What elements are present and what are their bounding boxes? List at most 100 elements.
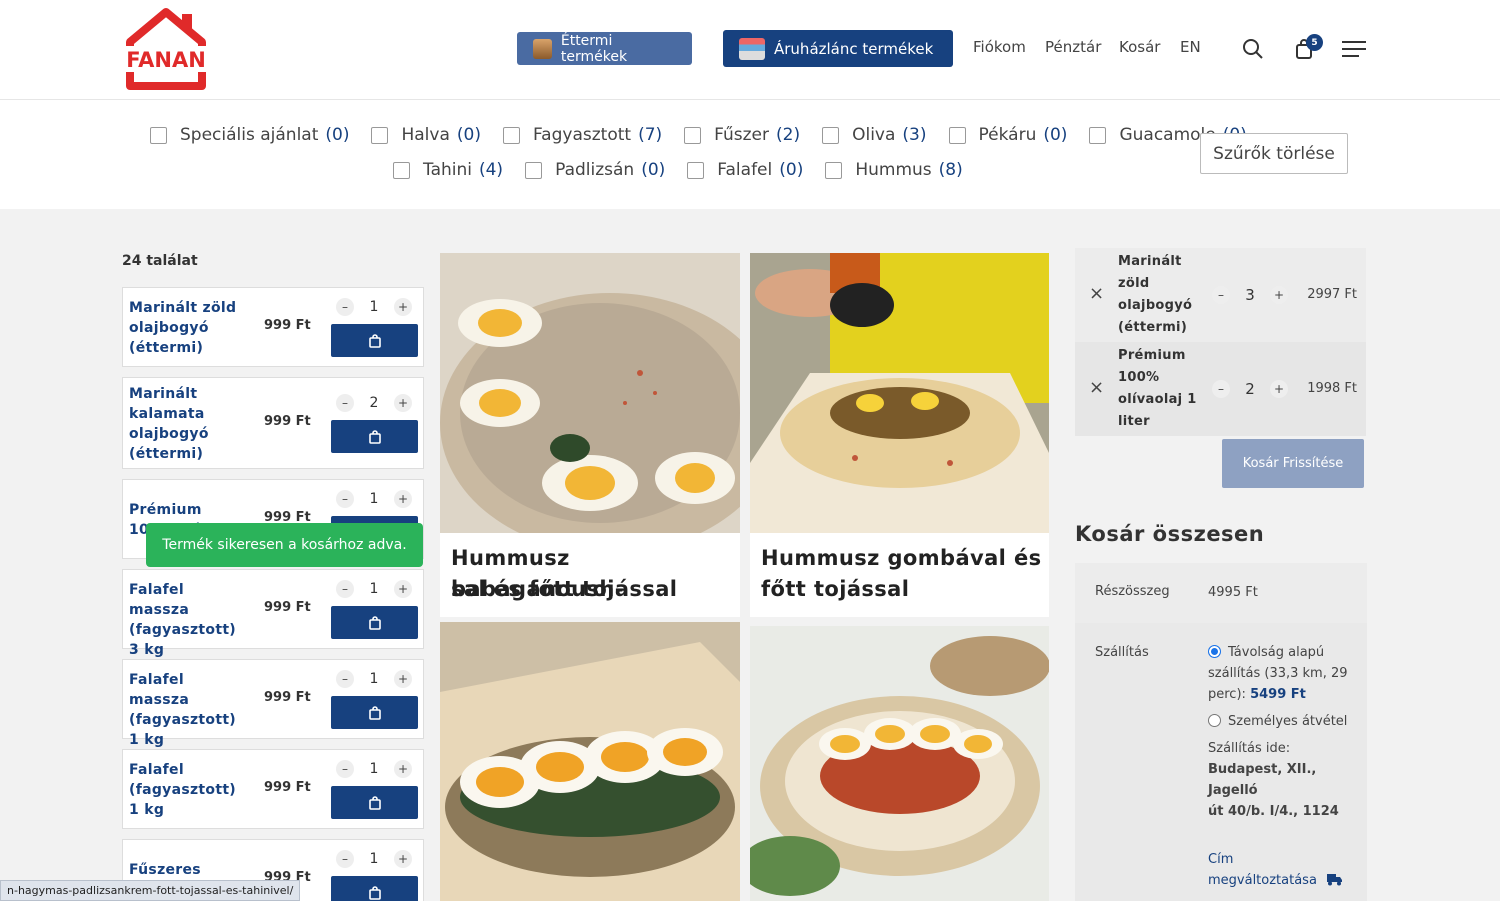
product-card-4[interactable]	[750, 626, 1049, 901]
change-address-link-line2[interactable]: megváltoztatása	[1208, 873, 1317, 888]
shipping-label: Szállítás	[1095, 645, 1149, 660]
product-name-link[interactable]: Marinált kalamata olajbogyó (éttermi)	[129, 384, 249, 464]
plus-icon[interactable]: +	[394, 298, 412, 316]
filter-checkbox[interactable]	[684, 126, 702, 144]
product-name-link[interactable]: Falafel massza (fagyasztott) 1 kg	[129, 670, 249, 750]
product-name-link[interactable]: Falafel massza (fagyasztott) 3 kg	[129, 580, 249, 660]
minus-icon[interactable]: –	[336, 298, 354, 316]
cart-item-name[interactable]: Marinált zöld olajbogyó (éttermi)	[1118, 251, 1208, 339]
minus-icon[interactable]: –	[336, 850, 354, 868]
shipping-options: Távolság alapú szállítás (33,3 km, 29 pe…	[1208, 642, 1348, 891]
nav-cart[interactable]: Kosár	[1119, 38, 1160, 56]
minus-icon[interactable]: –	[1212, 286, 1230, 304]
quantity-value[interactable]: 1	[354, 761, 394, 777]
nav-account[interactable]: Fiókom	[973, 38, 1026, 56]
plus-icon[interactable]: +	[394, 580, 412, 598]
minus-icon[interactable]: –	[336, 580, 354, 598]
plus-icon[interactable]: +	[394, 670, 412, 688]
quantity-value[interactable]: 2	[354, 395, 394, 411]
filter-row1-5[interactable]: Pékáru (0)	[948, 125, 1067, 145]
filter-checkbox[interactable]	[687, 161, 705, 179]
product-price: 999 Ft	[264, 690, 311, 705]
filter-row1-1[interactable]: Halva (0)	[371, 125, 481, 145]
filter-row2-3[interactable]: Hummus (8)	[825, 160, 963, 180]
restaurant-products-button[interactable]: Éttermi termékek	[517, 32, 692, 65]
product-name-link[interactable]: Falafel (fagyasztott) 1 kg	[129, 760, 249, 820]
filter-checkbox[interactable]	[822, 126, 840, 144]
cart-item-price: 1998 Ft	[1307, 381, 1357, 396]
quantity-value[interactable]: 1	[354, 491, 394, 507]
cart-quantity-stepper: –3 +	[1212, 286, 1288, 304]
cart-bag-icon	[368, 885, 381, 900]
nav-language[interactable]: EN	[1180, 38, 1201, 56]
plus-icon[interactable]: +	[394, 760, 412, 778]
filter-checkbox[interactable]	[150, 126, 167, 144]
product-name-link[interactable]: Marinált zöld olajbogyó (éttermi)	[129, 298, 249, 358]
filter-row1-2[interactable]: Fagyasztott (7)	[502, 125, 663, 145]
product-card-mushroom[interactable]: Hummusz gombával és főtt tojással	[750, 253, 1049, 617]
change-address-link[interactable]: megváltoztatása	[1208, 870, 1348, 891]
product-card-title-line2[interactable]: főtt tojással	[761, 574, 909, 605]
filter-row2-1[interactable]: Padlizsán (0)	[525, 160, 665, 180]
cart-quantity-value[interactable]: 2	[1230, 380, 1270, 398]
add-to-cart-button[interactable]	[331, 696, 418, 729]
fanan-logo[interactable]: FANAN	[120, 8, 212, 92]
quantity-value[interactable]: 1	[354, 851, 394, 867]
plus-icon[interactable]: +	[1270, 286, 1288, 304]
change-address-link-line1[interactable]: Cím	[1208, 849, 1348, 870]
minus-icon[interactable]: –	[336, 490, 354, 508]
minus-icon[interactable]: –	[336, 394, 354, 412]
radio-pickup[interactable]	[1208, 714, 1221, 727]
search-icon[interactable]	[1242, 38, 1264, 60]
add-to-cart-button[interactable]	[331, 786, 418, 819]
clear-filters-button[interactable]: Szűrők törlése	[1200, 133, 1348, 174]
add-to-cart-button[interactable]	[331, 876, 418, 901]
product-card-3[interactable]	[440, 622, 740, 901]
filter-checkbox[interactable]	[371, 126, 389, 144]
quantity-value[interactable]: 1	[354, 581, 394, 597]
update-cart-button[interactable]: Kosár Frissítése	[1222, 439, 1364, 488]
store-icon	[739, 37, 765, 60]
plus-icon[interactable]: +	[1270, 380, 1288, 398]
filter-checkbox[interactable]	[825, 161, 843, 179]
product-card-babaganoush[interactable]: Hummusz babaganoush- sal és főtt tojássa…	[440, 253, 740, 617]
filter-checkbox[interactable]	[525, 161, 543, 179]
filter-checkbox[interactable]	[1089, 126, 1107, 144]
remove-item-icon[interactable]: ×	[1089, 377, 1104, 398]
remove-item-icon[interactable]: ×	[1089, 283, 1104, 304]
nav-checkout[interactable]: Pénztár	[1045, 38, 1101, 56]
shipping-option-distance[interactable]: Távolság alapú	[1208, 642, 1348, 663]
filter-checkbox[interactable]	[948, 126, 966, 144]
product-card-title-line2[interactable]: sal és főtt tojással	[451, 574, 677, 605]
quantity-stepper: –1 +	[336, 850, 412, 868]
chain-products-button[interactable]: Áruházlánc termékek	[723, 30, 953, 67]
radio-distance[interactable]	[1208, 645, 1221, 658]
filter-row1-4[interactable]: Oliva (3)	[822, 125, 927, 145]
filter-row1-3[interactable]: Fűszer (2)	[684, 125, 800, 145]
filter-checkbox[interactable]	[502, 126, 520, 144]
filter-checkbox[interactable]	[393, 161, 410, 179]
filter-row1-0[interactable]: Speciális ajánlat (0)	[150, 125, 349, 145]
add-to-cart-button[interactable]	[331, 324, 418, 357]
product-price: 999 Ft	[264, 318, 311, 333]
filter-row2-0[interactable]: Tahini (4)	[393, 160, 503, 180]
filter-count: (7)	[638, 125, 663, 145]
minus-icon[interactable]: –	[1212, 380, 1230, 398]
svg-text:FANAN: FANAN	[126, 48, 206, 72]
product-list-item: Falafel (fagyasztott) 1 kg 999 Ft –1 +	[122, 749, 424, 829]
quantity-value[interactable]: 1	[354, 671, 394, 687]
minus-icon[interactable]: –	[336, 670, 354, 688]
plus-icon[interactable]: +	[394, 394, 412, 412]
minus-icon[interactable]: –	[336, 760, 354, 778]
filter-row2-2[interactable]: Falafel (0)	[687, 160, 803, 180]
cart-item-name[interactable]: Prémium 100% olívaolaj 1 liter	[1118, 345, 1208, 433]
plus-icon[interactable]: +	[394, 850, 412, 868]
shipping-option-pickup[interactable]: Személyes átvétel	[1208, 711, 1348, 732]
plus-icon[interactable]: +	[394, 490, 412, 508]
cart-quantity-value[interactable]: 3	[1230, 286, 1270, 304]
add-to-cart-button[interactable]	[331, 606, 418, 639]
quantity-value[interactable]: 1	[354, 299, 394, 315]
menu-icon[interactable]	[1342, 40, 1366, 58]
add-to-cart-button[interactable]	[331, 420, 418, 453]
product-card-title[interactable]: Hummusz gombával és	[761, 543, 1042, 574]
